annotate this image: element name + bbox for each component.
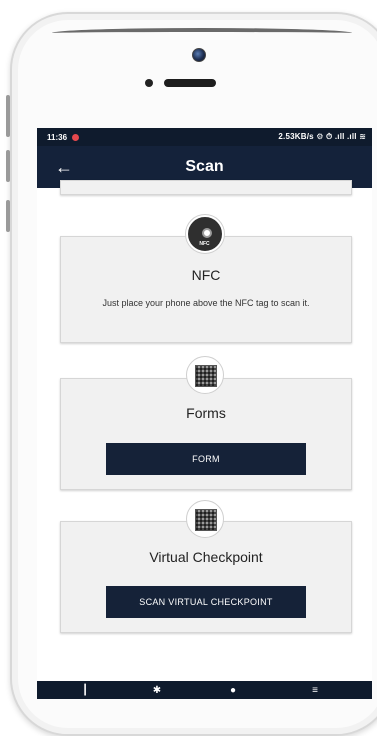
side-button [6, 150, 10, 182]
status-time: 11:36 [47, 132, 68, 142]
side-button [6, 200, 10, 232]
front-camera [192, 48, 206, 62]
bottom-nav: ┃ ✱ ● ≡ [37, 681, 372, 699]
forms-card: Forms FORM [60, 378, 352, 490]
phone-top-edge [52, 28, 352, 38]
nfc-dot [201, 228, 212, 238]
form-button[interactable]: FORM [106, 443, 306, 475]
menu-icon[interactable]: ≡ [309, 685, 321, 697]
back-arrow-icon[interactable]: ← [55, 157, 73, 177]
proximity-sensor [145, 79, 153, 87]
scan-virtual-checkpoint-button[interactable]: SCAN VIRTUAL CHECKPOINT [106, 586, 306, 618]
nfc-title: NFC [191, 267, 221, 283]
earpiece-speaker [164, 79, 216, 87]
nfc-icon-label: NFC [199, 241, 210, 247]
phone-screen: 11:36 2.53KB/s ⚙ ⏱ .ıll .ıll ≋ ← Scan NF… [37, 128, 372, 699]
qr-code-icon [185, 356, 224, 394]
side-button [6, 95, 10, 137]
profile-icon[interactable]: ● [227, 685, 239, 697]
forms-title: Forms [186, 405, 226, 421]
status-indicators: 2.53KB/s ⚙ ⏱ .ıll .ıll ≋ [278, 132, 366, 141]
virtual-checkpoint-title: Virtual Checkpoint [149, 549, 263, 565]
home-icon[interactable]: ┃ [79, 685, 91, 697]
nfc-icon: NFC [185, 215, 224, 253]
previous-card [60, 180, 352, 195]
page-title: Scan [185, 158, 224, 175]
notification-icon [72, 133, 80, 141]
brightness-icon[interactable]: ✱ [151, 685, 163, 697]
scan-content[interactable]: NFC Just place your phone above the NFC … [37, 180, 372, 683]
status-bar: 11:36 2.53KB/s ⚙ ⏱ .ıll .ıll ≋ [37, 128, 372, 146]
qr-code-icon [185, 500, 224, 538]
nfc-description: Just place your phone above the NFC tag … [102, 298, 310, 308]
